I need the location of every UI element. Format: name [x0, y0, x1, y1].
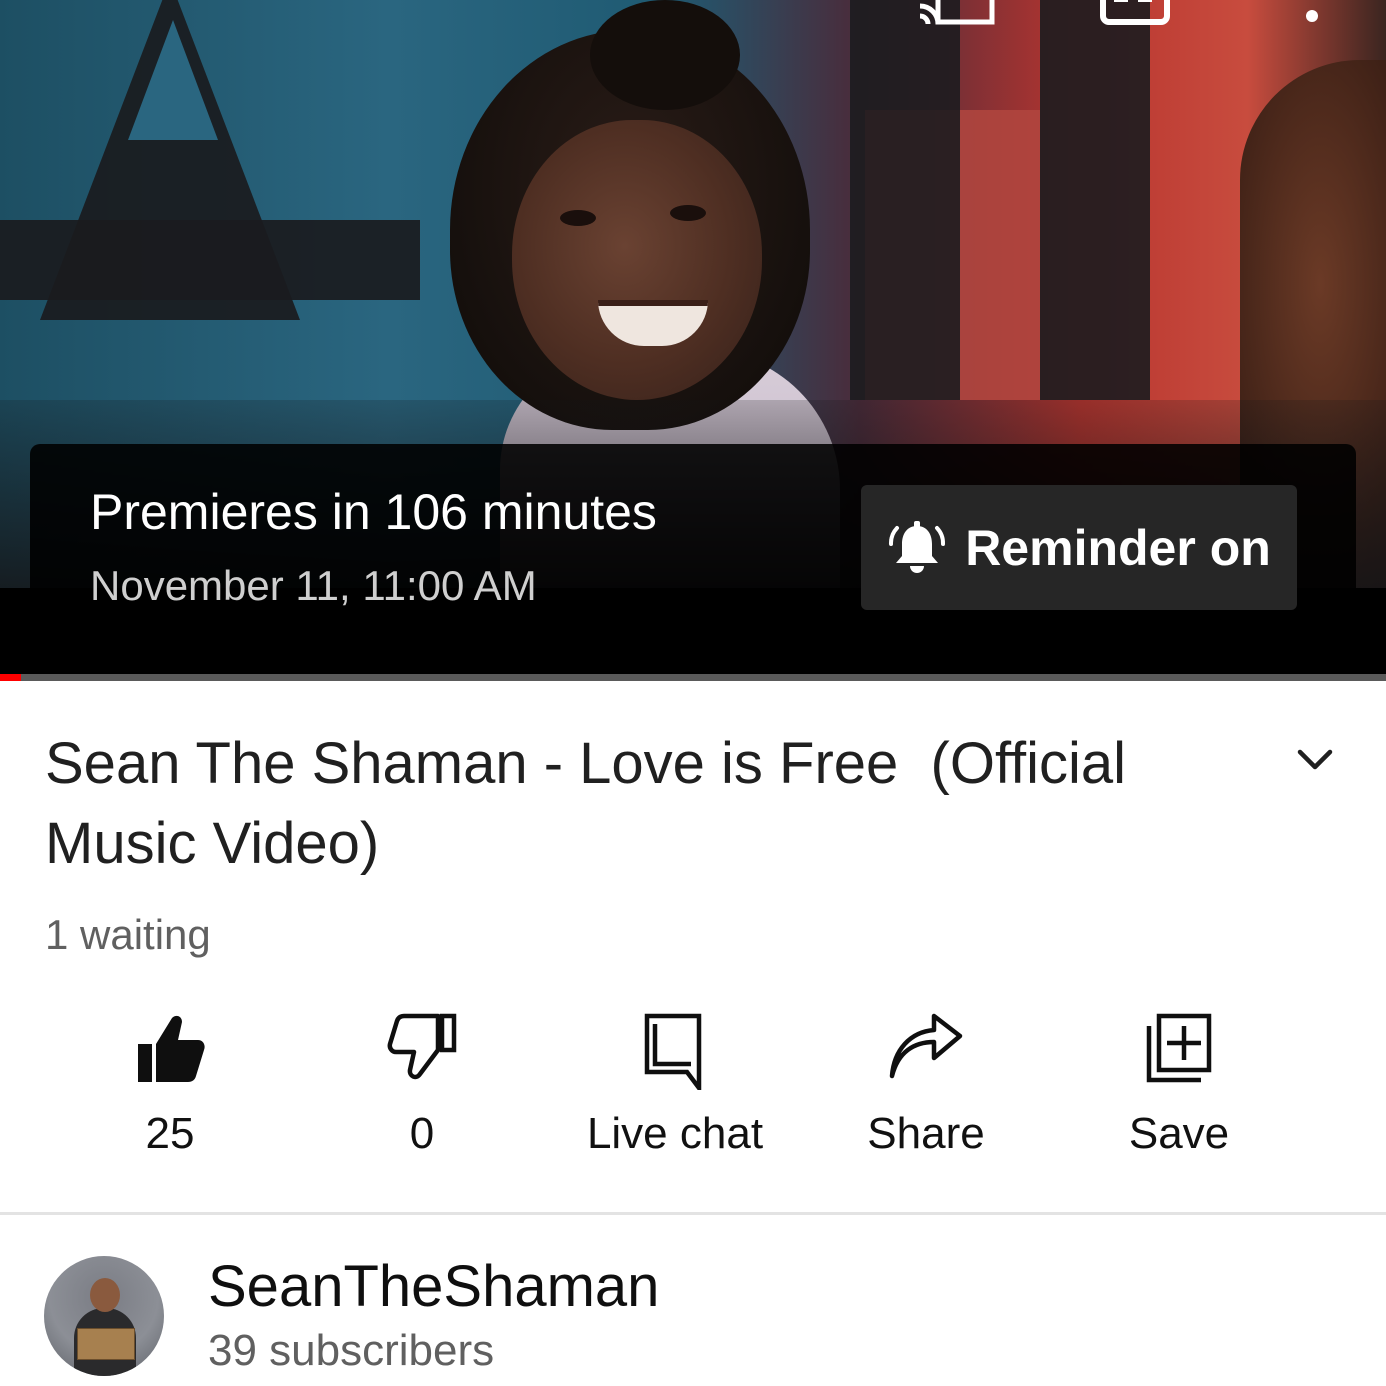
save-playlist-icon: [1146, 1013, 1212, 1083]
video-watch-page: Premieres in 106 minutes November 11, 11…: [0, 0, 1386, 1386]
reminder-label: Reminder on: [965, 519, 1271, 576]
dislike-button[interactable]: 0: [302, 1000, 542, 1170]
live-chat-label: Live chat: [586, 1109, 764, 1158]
premiere-banner: Premieres in 106 minutes November 11, 11…: [30, 444, 1356, 674]
video-player[interactable]: Premieres in 106 minutes November 11, 11…: [0, 0, 1386, 674]
channel-row: SeanTheShaman 39 subscribers: [0, 1240, 1386, 1386]
section-divider: [0, 1212, 1386, 1215]
share-button[interactable]: Share: [806, 1000, 1046, 1170]
thumbs-up-icon: [138, 1015, 205, 1082]
like-button[interactable]: 25: [50, 1000, 290, 1170]
progress-fill: [0, 674, 21, 681]
captions-icon[interactable]: [1100, 0, 1170, 26]
video-progress-bar[interactable]: [0, 674, 1386, 681]
save-button[interactable]: Save: [1059, 1000, 1299, 1170]
waiting-count: 1 waiting: [45, 911, 211, 958]
chat-icon: [644, 1013, 702, 1090]
save-label: Save: [1128, 1109, 1230, 1158]
player-top-controls: [0, 0, 1386, 26]
reminder-button[interactable]: Reminder on: [861, 485, 1297, 610]
subscriber-count: 39 subscribers: [208, 1326, 495, 1375]
chevron-down-icon[interactable]: [1290, 736, 1340, 786]
premiere-countdown: Premieres in 106 minutes: [90, 484, 657, 540]
bell-ringing-icon: [889, 520, 946, 573]
share-icon: [889, 1013, 963, 1079]
like-count: 25: [145, 1109, 195, 1158]
share-label: Share: [867, 1109, 985, 1158]
channel-name[interactable]: SeanTheShaman: [208, 1252, 659, 1322]
action-bar: 25 0 Live chat Share Save: [0, 1000, 1386, 1180]
premiere-date: November 11, 11:00 AM: [90, 562, 537, 609]
video-title[interactable]: Sean The Shaman - Love is Free (Official…: [45, 724, 1225, 884]
dislike-count: 0: [409, 1109, 435, 1158]
cast-icon[interactable]: [918, 0, 998, 28]
more-options-icon[interactable]: [1300, 4, 1324, 28]
thumbs-down-icon: [387, 1013, 457, 1080]
live-chat-button[interactable]: Live chat: [555, 1000, 795, 1170]
channel-avatar[interactable]: [44, 1256, 164, 1376]
